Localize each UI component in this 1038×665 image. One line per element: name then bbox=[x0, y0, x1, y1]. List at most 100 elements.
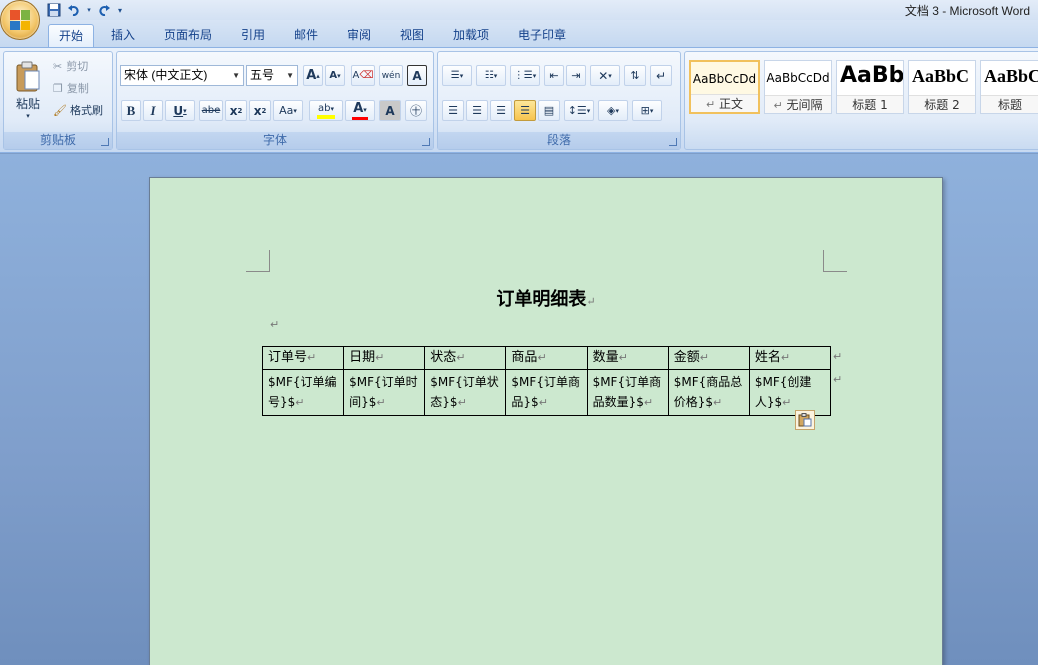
table-cell[interactable]: 订单号↵ bbox=[261, 346, 345, 370]
style-heading-2[interactable]: AaBbC 标题 2 bbox=[908, 60, 976, 114]
margin-corner-top-right bbox=[823, 250, 847, 272]
office-logo-icon bbox=[10, 10, 30, 30]
tab-view[interactable]: 视图 bbox=[394, 24, 430, 48]
bold-button[interactable]: B bbox=[121, 100, 141, 121]
shrink-font-button[interactable]: A ▾ bbox=[325, 65, 345, 86]
paragraph-mark: ↵ bbox=[270, 318, 280, 331]
copy-button[interactable]: ❐ 复制 bbox=[52, 79, 104, 97]
table-cell[interactable]: 金额↵ bbox=[667, 346, 750, 370]
sort-button[interactable]: ⇅ bbox=[624, 65, 646, 86]
grow-font-button[interactable]: A ▴ bbox=[303, 65, 323, 86]
paragraph-launcher-icon[interactable] bbox=[669, 138, 677, 146]
clear-formatting-button[interactable]: A ⌫ bbox=[351, 65, 375, 86]
undo-dropdown-icon[interactable]: ▾ bbox=[86, 2, 92, 18]
paste-button[interactable]: 粘贴 ▾ bbox=[8, 56, 48, 124]
table-cell[interactable]: $MF{订单商品}$↵ bbox=[505, 369, 588, 416]
character-shading-button[interactable]: A bbox=[379, 100, 401, 121]
ribbon: 粘贴 ▾ ✂ 剪切 ❐ 复制 🖌 格式刷 剪贴板 宋体 (中文正文) ▼ 五号 ▼ A ▴ … bbox=[0, 47, 1038, 153]
font-name-select[interactable]: 宋体 (中文正文) ▼ bbox=[120, 65, 244, 86]
format-painter-label: 格式刷 bbox=[69, 104, 103, 117]
style-no-spacing[interactable]: AaBbCcDd ↵ 无间隔 bbox=[764, 60, 832, 114]
table-cell[interactable]: 日期↵ bbox=[343, 346, 426, 370]
title-bar: ▾ ▾ 文档 3 - Microsoft Word bbox=[0, 0, 1038, 20]
paste-options-icon[interactable] bbox=[795, 410, 815, 430]
phonetic-guide-button[interactable]: wén bbox=[379, 65, 403, 86]
table-cell[interactable]: $MF{订单编号}$↵ bbox=[261, 369, 345, 416]
table-cell[interactable]: $MF{订单状态}$↵ bbox=[424, 369, 507, 416]
justify-button[interactable]: ☰ bbox=[514, 100, 536, 121]
shading-button[interactable]: ◈ ▾ bbox=[598, 100, 628, 121]
subscript-button[interactable]: x2 bbox=[225, 100, 247, 121]
customize-icon[interactable]: ▾ bbox=[116, 2, 124, 18]
font-launcher-icon[interactable] bbox=[422, 138, 430, 146]
strikethrough-button[interactable]: abe bbox=[199, 100, 223, 121]
paste-dropdown-icon: ▾ bbox=[26, 111, 30, 120]
underline-button[interactable]: U ▾ bbox=[165, 100, 195, 121]
style-title[interactable]: AaBbC 标题 bbox=[980, 60, 1038, 114]
paste-label: 粘贴 bbox=[15, 96, 40, 111]
enclose-characters-button[interactable]: ㊉ bbox=[405, 100, 427, 121]
style-sample: AaBb bbox=[840, 63, 903, 88]
office-button[interactable] bbox=[0, 0, 40, 40]
tab-add-ins[interactable]: 加载项 bbox=[447, 24, 495, 48]
tab-references[interactable]: 引用 bbox=[235, 24, 271, 48]
table-cell[interactable]: 状态↵ bbox=[424, 346, 507, 370]
font-color-button[interactable]: A▾ bbox=[345, 100, 375, 121]
tab-mailings[interactable]: 邮件 bbox=[288, 24, 324, 48]
tab-review[interactable]: 审阅 bbox=[341, 24, 377, 48]
undo-icon[interactable] bbox=[66, 2, 82, 18]
bullets-button[interactable]: ☰ ▾ bbox=[442, 65, 472, 86]
order-table[interactable]: 订单号↵ 日期↵ 状态↵ 商品↵ 数量↵ 金额↵ 姓名↵ $MF{订单编号}$↵… bbox=[261, 346, 832, 416]
style-heading-1[interactable]: AaBb 标题 1 bbox=[836, 60, 904, 114]
redo-icon[interactable] bbox=[96, 2, 112, 18]
character-border-button[interactable]: A bbox=[407, 65, 427, 86]
line-spacing-button[interactable]: ↕☰ ▾ bbox=[564, 100, 594, 121]
increase-indent-button[interactable]: ⇥ bbox=[566, 65, 586, 86]
clipboard-launcher-icon[interactable] bbox=[101, 138, 109, 146]
document-heading[interactable]: 订单明细表↵ bbox=[150, 285, 942, 311]
format-painter-button[interactable]: 🖌 格式刷 bbox=[52, 101, 110, 119]
chevron-down-icon: ▼ bbox=[286, 71, 294, 80]
distributed-button[interactable]: ▤ bbox=[538, 100, 560, 121]
highlight-button[interactable]: ab▾ bbox=[309, 100, 343, 121]
superscript-button[interactable]: x2 bbox=[249, 100, 271, 121]
tab-e-seal[interactable]: 电子印章 bbox=[512, 24, 572, 48]
borders-button[interactable]: ⊞ ▾ bbox=[632, 100, 662, 121]
change-case-button[interactable]: Aa ▾ bbox=[273, 100, 303, 121]
table-cell[interactable]: $MF{创建人}$↵ bbox=[748, 369, 832, 416]
cut-button[interactable]: ✂ 剪切 bbox=[52, 57, 104, 75]
table-cell[interactable]: $MF{订单时间}$↵ bbox=[343, 369, 426, 416]
style-name: ↵ 无间隔 bbox=[765, 95, 831, 113]
font-size-select[interactable]: 五号 ▼ bbox=[246, 65, 298, 86]
decrease-indent-button[interactable]: ⇤ bbox=[544, 65, 564, 86]
align-right-button[interactable]: ☰ bbox=[490, 100, 512, 121]
show-marks-button[interactable]: ↵ bbox=[650, 65, 672, 86]
chinese-layout-button[interactable]: ✕ ▾ bbox=[590, 65, 620, 86]
style-name: 标题 bbox=[981, 95, 1038, 113]
align-center-button[interactable]: ☰ bbox=[466, 100, 488, 121]
table-cell[interactable]: 商品↵ bbox=[505, 346, 588, 370]
tab-home[interactable]: 开始 bbox=[48, 24, 94, 48]
scissors-icon: ✂ bbox=[53, 59, 63, 73]
tab-page-layout[interactable]: 页面布局 bbox=[158, 24, 218, 48]
table-cell[interactable]: 数量↵ bbox=[586, 346, 669, 370]
table-cell[interactable]: 姓名↵ bbox=[748, 346, 832, 370]
document-page[interactable]: 订单明细表↵ ↵ 订单号↵ 日期↵ 状态↵ 商品↵ 数量↵ 金额↵ 姓名↵ $M… bbox=[149, 177, 943, 665]
align-left-button[interactable]: ☰ bbox=[442, 100, 464, 121]
font-group: 宋体 (中文正文) ▼ 五号 ▼ A ▴ A ▾ A ⌫ wén A B I U ▾ ab… bbox=[116, 51, 434, 150]
table-cell[interactable]: $MF{商品总价格}$↵ bbox=[667, 369, 750, 416]
font-group-label: 字体 bbox=[117, 132, 433, 149]
multilevel-list-button[interactable]: ⋮☰ ▾ bbox=[510, 65, 540, 86]
style-normal[interactable]: AaBbCcDd ↵ 正文 bbox=[689, 60, 760, 114]
style-sample: AaBbC bbox=[912, 66, 970, 86]
brush-icon: 🖌 bbox=[53, 103, 67, 117]
font-size-value: 五号 bbox=[250, 68, 275, 82]
numbering-button[interactable]: ☷ ▾ bbox=[476, 65, 506, 86]
tab-insert[interactable]: 插入 bbox=[104, 24, 142, 48]
italic-button[interactable]: I bbox=[143, 100, 163, 121]
paste-icon bbox=[16, 61, 40, 91]
paragraph-group: ☰ ▾ ☷ ▾ ⋮☰ ▾ ⇤ ⇥ ✕ ▾ ⇅ ↵ ☰ ☰ ☰ ☰ ▤ ↕☰ ▾ ◈ ▾ ⊞ ▾… bbox=[437, 51, 681, 150]
ribbon-tabs: 开始 插入 页面布局 引用 邮件 审阅 视图 加载项 电子印章 bbox=[0, 20, 1038, 48]
save-icon[interactable] bbox=[46, 2, 62, 18]
table-cell[interactable]: $MF{订单商品数量}$↵ bbox=[586, 369, 669, 416]
